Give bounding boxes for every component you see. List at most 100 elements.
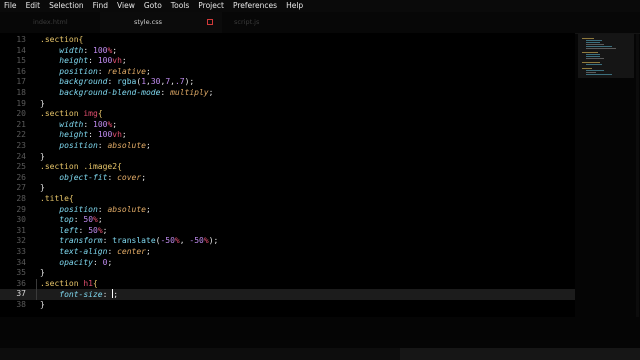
property-token: position (59, 141, 98, 150)
punctuation-token: ; (112, 119, 118, 129)
tab-script-js[interactable]: script.js (222, 12, 322, 33)
code-line: width: 100%; (40, 46, 117, 57)
property-token: background (59, 77, 108, 87)
line-number: 13 (16, 35, 26, 44)
close-icon[interactable] (207, 19, 213, 25)
punctuation-token: : (97, 66, 103, 76)
status-bar (0, 348, 640, 360)
property-token: transform (59, 236, 103, 246)
line-number: 32 (16, 236, 26, 246)
minimap-line (586, 72, 596, 73)
value-token: center (117, 247, 146, 256)
menu-file[interactable]: File (0, 0, 22, 12)
minimap[interactable] (578, 34, 634, 78)
unit-token: vh (112, 56, 122, 66)
code-editor[interactable]: 13 14 15 16 17 18 19 20 21 22 23 24 25 2… (0, 33, 575, 317)
vertical-scrollbar[interactable] (636, 34, 639, 317)
menu-find[interactable]: Find (89, 0, 113, 12)
property-token: top (59, 215, 74, 225)
punctuation-token: ; (97, 215, 103, 225)
menu-project[interactable]: Project (194, 0, 229, 12)
minimap-line (582, 62, 600, 63)
line-number: 21 (16, 119, 26, 129)
tab-label: script.js (234, 18, 260, 26)
menu-bar: File Edit Selection Find View Goto Tools… (0, 0, 640, 12)
line-number: 19 (16, 98, 26, 108)
menu-preferences[interactable]: Preferences (229, 0, 282, 12)
punctuation-token: : (102, 236, 108, 246)
value-token: multiply (170, 88, 209, 97)
code-line-current: font-size: ; (40, 289, 118, 301)
line-number: 30 (16, 215, 26, 225)
punctuation-token: : (97, 204, 103, 214)
minimap-line (586, 48, 616, 49)
minimap-line (582, 68, 592, 69)
code-line: text-align: center; (40, 247, 151, 258)
punctuation-token: : (73, 215, 79, 225)
menu-goto[interactable]: Goto (140, 0, 167, 12)
line-number: 29 (16, 204, 26, 214)
line-number: 24 (16, 151, 26, 161)
tab-label: index.html (33, 18, 68, 26)
property-token: height (59, 56, 89, 66)
punctuation-token: } (40, 98, 45, 108)
menu-edit[interactable]: Edit (22, 0, 46, 12)
punctuation-token: , (179, 236, 185, 246)
property-token: position (59, 66, 98, 76)
status-bar-panel (400, 348, 640, 360)
minimap-line (586, 58, 604, 59)
minimap-line (586, 56, 600, 57)
line-number: 35 (16, 268, 26, 278)
code-line: position: absolute; (40, 205, 151, 216)
tab-index-html[interactable]: index.html (0, 12, 100, 33)
menu-tools[interactable]: Tools (167, 0, 194, 12)
tab-bar: index.html style.css script.js (0, 12, 640, 34)
minimap-line (586, 70, 604, 71)
punctuation-token: } (40, 300, 45, 309)
line-number: 36 (16, 278, 26, 288)
number-token: -50 (189, 236, 204, 246)
unit-token: vh (112, 130, 122, 140)
current-line-number: 37 (16, 289, 26, 299)
value-token: absolute (107, 204, 146, 214)
tab-style-css[interactable]: style.css (100, 12, 222, 33)
punctuation-token: } (40, 183, 45, 193)
line-number: 26 (16, 172, 26, 182)
punctuation-token: : (83, 45, 89, 55)
punctuation-token: ; (121, 130, 127, 140)
code-line: top: 50%; (40, 215, 103, 226)
line-number: 27 (16, 183, 26, 193)
selector-token: .section{ (40, 35, 84, 44)
line-number: 17 (16, 77, 26, 87)
menu-view[interactable]: View (113, 0, 140, 12)
line-number: 25 (16, 162, 26, 172)
code-line: object-fit: cover; (40, 173, 146, 184)
value-token: relative (107, 66, 146, 76)
selector-token: .section (40, 278, 79, 288)
menu-help[interactable]: Help (282, 0, 308, 12)
menu-selection[interactable]: Selection (45, 0, 89, 12)
code-line: height: 100vh; (40, 130, 127, 141)
minimap-line (586, 44, 604, 45)
property-token: opacity (59, 257, 93, 267)
code-line: left: 50%; (40, 226, 107, 237)
line-number: 14 (16, 45, 26, 55)
code-line: } (40, 99, 45, 110)
code-line: height: 100vh; (40, 56, 126, 67)
minimap-line (582, 52, 598, 53)
number-token: 100 (93, 119, 108, 129)
line-number: 33 (16, 247, 26, 256)
line-number: 15 (16, 56, 26, 66)
punctuation-token: : (107, 172, 113, 182)
line-number: 31 (16, 225, 26, 235)
number-token: .7 (174, 77, 185, 87)
punctuation-token: : (160, 88, 166, 97)
value-token: absolute (107, 141, 146, 150)
code-line: position: relative; (40, 67, 151, 78)
punctuation-token: : (102, 290, 108, 300)
line-number-gutter: 13 14 15 16 17 18 19 20 21 22 23 24 25 2… (0, 33, 30, 317)
property-token: object-fit (59, 172, 108, 182)
punctuation-token: ); (184, 77, 195, 87)
selector-token: .section .image2{ (40, 162, 122, 172)
code-line: } (40, 268, 45, 279)
